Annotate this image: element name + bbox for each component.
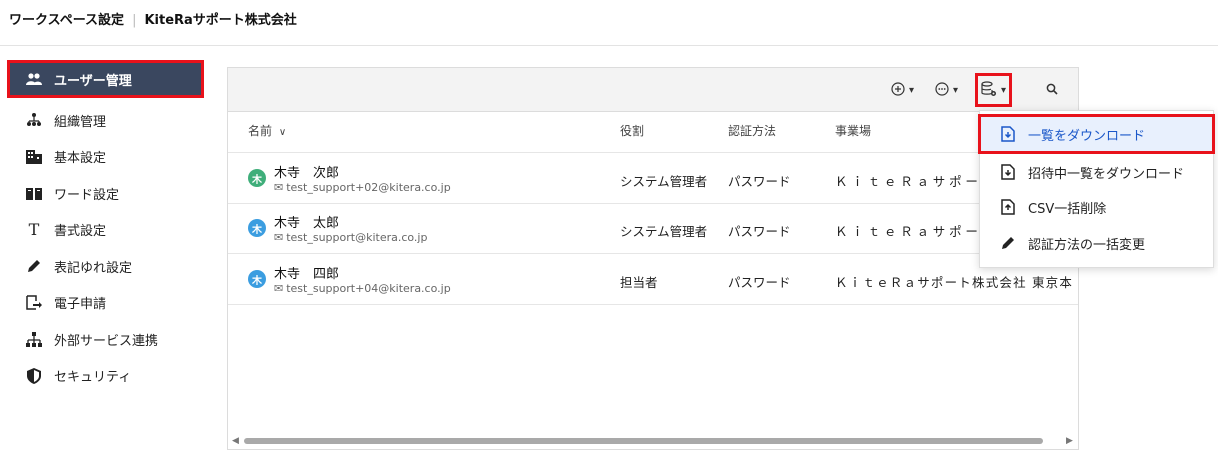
user-email: ✉ test_support@kitera.co.jp bbox=[274, 231, 427, 244]
network-icon bbox=[26, 331, 42, 347]
user-table-panel: ▾ ▾ ▾ 名前 ∨ 役割 認証方法 事業場 木 木寺 次郎 ✉ test_sup… bbox=[227, 67, 1079, 450]
title-separator: | bbox=[132, 13, 137, 28]
export-menu-button[interactable]: ▾ bbox=[974, 73, 1013, 107]
menu-item-label: 認証方法の一括変更 bbox=[1028, 237, 1146, 253]
chevron-down-icon: ▾ bbox=[909, 84, 915, 96]
user-email: ✉ test_support+02@kitera.co.jp bbox=[274, 181, 451, 194]
column-header-label: 名前 bbox=[248, 124, 273, 138]
table-row[interactable]: 木 木寺 太郎 ✉ test_support@kitera.co.jp システム管… bbox=[228, 203, 1078, 254]
sidebar-item-word[interactable]: ワード設定 bbox=[9, 175, 202, 212]
menu-item-csv-bulk-delete[interactable]: CSV一括削除 bbox=[980, 189, 1213, 225]
sidebar-item-label: 電子申請 bbox=[54, 297, 107, 313]
scroll-left-icon[interactable]: ◀ bbox=[232, 436, 239, 446]
user-name: 木寺 太郎 bbox=[274, 216, 340, 231]
page-header: ワークスペース設定 | KiteRaサポート株式会社 bbox=[0, 0, 1218, 46]
table-row[interactable]: 木 木寺 四郎 ✉ test_support+04@kitera.co.jp 担当… bbox=[228, 254, 1078, 305]
text-format-icon: T bbox=[28, 220, 40, 240]
sidebar-item-org[interactable]: 組織管理 bbox=[9, 102, 202, 139]
add-circle-icon bbox=[891, 81, 905, 99]
chevron-down-icon: ▾ bbox=[1001, 84, 1007, 96]
sidebar-item-label: 書式設定 bbox=[54, 224, 107, 240]
column-header-auth: 認証方法 bbox=[728, 124, 777, 138]
sidebar-item-label: 表記ゆれ設定 bbox=[54, 260, 133, 276]
user-email-text: test_support@kitera.co.jp bbox=[286, 231, 428, 244]
user-name: 木寺 四郎 bbox=[274, 267, 340, 282]
avatar: 木 bbox=[248, 169, 266, 187]
user-auth: パスワード bbox=[728, 275, 791, 290]
sidebar-item-label: 組織管理 bbox=[54, 114, 107, 130]
book-icon bbox=[26, 185, 42, 201]
more-circle-icon bbox=[935, 81, 949, 99]
org-name: KiteRaサポート株式会社 bbox=[144, 13, 297, 28]
sidebar-item-notation[interactable]: 表記ゆれ設定 bbox=[9, 248, 202, 285]
file-download-icon bbox=[1000, 126, 1016, 142]
sidebar-item-users[interactable]: ユーザー管理 bbox=[7, 60, 204, 98]
user-office: ＫｉｔｅＲａサポート株式会社 東京本 bbox=[835, 275, 1074, 290]
workspace-title: ワークスペース設定 | KiteRaサポート株式会社 bbox=[9, 9, 297, 28]
export-dropdown-menu: 一覧をダウンロード 招待中一覧をダウンロード CSV一括削除 認証方法の一括変更 bbox=[978, 110, 1215, 268]
sidebar-item-label: ユーザー管理 bbox=[54, 73, 132, 89]
menu-item-label: 一覧をダウンロード bbox=[1028, 128, 1146, 144]
user-role: システム管理者 bbox=[620, 174, 708, 189]
column-header-office: 事業場 bbox=[835, 124, 872, 138]
menu-item-bulk-auth-change[interactable]: 認証方法の一括変更 bbox=[980, 225, 1213, 261]
sidebar-item-security[interactable]: セキュリティ bbox=[9, 358, 202, 395]
sidebar-item-label: セキュリティ bbox=[54, 370, 132, 386]
user-email: ✉ test_support+04@kitera.co.jp bbox=[274, 282, 451, 295]
column-header-name[interactable]: 名前 ∨ bbox=[248, 122, 286, 139]
sidebar-item-label: 外部サービス連携 bbox=[54, 333, 159, 349]
more-menu-button[interactable]: ▾ bbox=[935, 78, 958, 102]
file-download-icon bbox=[1000, 164, 1016, 180]
mail-icon: ✉ bbox=[274, 282, 284, 295]
users-icon bbox=[26, 71, 42, 87]
file-upload-icon bbox=[1000, 199, 1016, 215]
user-email-text: test_support+02@kitera.co.jp bbox=[286, 181, 451, 194]
user-role: システム管理者 bbox=[620, 224, 708, 239]
sidebar-item-external[interactable]: 外部サービス連携 bbox=[9, 321, 202, 358]
menu-item-label: 招待中一覧をダウンロード bbox=[1028, 166, 1185, 182]
column-header-role: 役割 bbox=[620, 124, 645, 138]
avatar: 木 bbox=[248, 219, 266, 237]
sidebar-item-basic[interactable]: 基本設定 bbox=[9, 139, 202, 176]
search-button[interactable] bbox=[1046, 78, 1058, 102]
section-title: ワークスペース設定 bbox=[9, 13, 125, 28]
search-icon bbox=[1046, 83, 1058, 98]
scrollbar-thumb[interactable] bbox=[244, 438, 1043, 444]
mail-icon: ✉ bbox=[274, 181, 284, 194]
avatar: 木 bbox=[248, 270, 266, 288]
user-email-text: test_support+04@kitera.co.jp bbox=[286, 282, 451, 295]
mail-icon: ✉ bbox=[274, 231, 284, 244]
table-row[interactable]: 木 木寺 次郎 ✉ test_support+02@kitera.co.jp シス… bbox=[228, 152, 1078, 204]
file-send-icon bbox=[26, 295, 42, 311]
building-icon bbox=[26, 149, 42, 165]
sort-chevron-icon: ∨ bbox=[278, 127, 287, 138]
pencil-icon bbox=[26, 258, 42, 274]
sidebar-item-format[interactable]: T 書式設定 bbox=[9, 212, 202, 249]
user-role: 担当者 bbox=[620, 275, 658, 290]
org-tree-icon bbox=[26, 112, 42, 128]
sidebar-item-e-application[interactable]: 電子申請 bbox=[9, 285, 202, 322]
menu-item-label: CSV一括削除 bbox=[1028, 201, 1107, 217]
menu-item-download-invites[interactable]: 招待中一覧をダウンロード bbox=[980, 154, 1213, 190]
user-auth: パスワード bbox=[728, 224, 791, 239]
sidebar-item-label: 基本設定 bbox=[54, 151, 107, 167]
database-settings-icon bbox=[981, 80, 997, 100]
sidebar-item-label: ワード設定 bbox=[54, 187, 120, 203]
user-auth: パスワード bbox=[728, 174, 791, 189]
scroll-right-icon[interactable]: ▶ bbox=[1066, 436, 1073, 446]
menu-item-download-list[interactable]: 一覧をダウンロード bbox=[978, 114, 1215, 154]
chevron-down-icon: ▾ bbox=[953, 84, 959, 96]
table-toolbar: ▾ ▾ ▾ bbox=[228, 68, 1078, 112]
shield-icon bbox=[26, 367, 42, 384]
user-name: 木寺 次郎 bbox=[274, 166, 340, 181]
horizontal-scrollbar[interactable]: ◀ ▶ bbox=[228, 433, 1078, 449]
add-menu-button[interactable]: ▾ bbox=[891, 78, 914, 102]
sidebar: ユーザー管理 組織管理 基本設定 ワード設定 T 書式設定 表記ゆれ設定 電子申… bbox=[7, 60, 204, 395]
pencil-icon bbox=[1000, 235, 1016, 251]
